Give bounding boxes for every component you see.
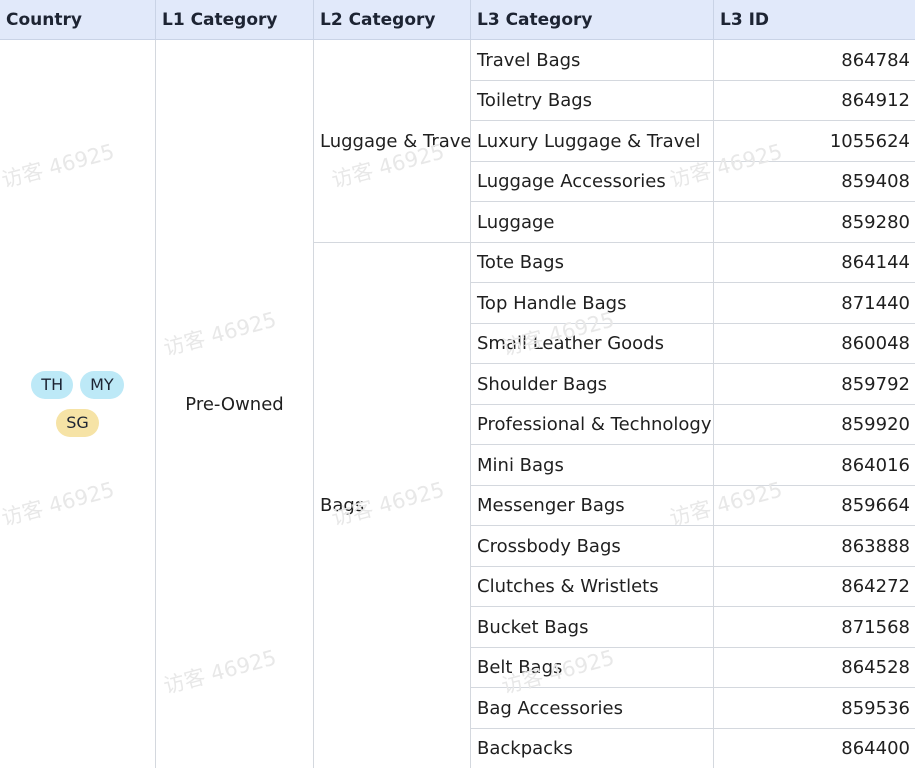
l3-id-cell[interactable]: 859280 <box>714 202 915 243</box>
l3-id-cell[interactable]: 871568 <box>714 607 915 648</box>
l2-category-cell[interactable]: Luggage & Travel <box>314 40 471 243</box>
l3-category-cell[interactable]: Luggage <box>471 202 714 243</box>
l3-category-cell[interactable]: Belt Bags <box>471 648 714 688</box>
l3-id-cell[interactable]: 864912 <box>714 81 915 121</box>
l3-category-cell[interactable]: Professional & Technology Bags <box>471 405 714 445</box>
l3-id-cell[interactable]: 859408 <box>714 162 915 202</box>
l3-category-cell[interactable]: Luxury Luggage & Travel <box>471 121 714 162</box>
l3-category-cell[interactable]: Clutches & Wristlets <box>471 567 714 607</box>
l3-category-cell[interactable]: Luggage Accessories <box>471 162 714 202</box>
header-l2-category[interactable]: L2 Category <box>314 0 471 40</box>
l3-id-cell[interactable]: 864400 <box>714 729 915 768</box>
l3-id-cell[interactable]: 864144 <box>714 243 915 283</box>
l3-id-cell[interactable]: 860048 <box>714 324 915 364</box>
l1-category-label: Pre-Owned <box>185 393 284 415</box>
country-cell: TH MY SG <box>0 40 156 768</box>
l3-category-cell[interactable]: Shoulder Bags <box>471 364 714 405</box>
l3-category-cell[interactable]: Bucket Bags <box>471 607 714 648</box>
l3-id-cell[interactable]: 859664 <box>714 486 915 526</box>
l3-id-cell[interactable]: 863888 <box>714 526 915 567</box>
l3-id-cell[interactable]: 864784 <box>714 40 915 81</box>
header-l3-category[interactable]: L3 Category <box>471 0 714 40</box>
l3-id-cell[interactable]: 859536 <box>714 688 915 729</box>
l3-id-cell[interactable]: 859920 <box>714 405 915 445</box>
l3-id-cell[interactable]: 1055624 <box>714 121 915 162</box>
l3-category-cell[interactable]: Crossbody Bags <box>471 526 714 567</box>
country-tag-my[interactable]: MY <box>80 371 124 399</box>
l3-category-cell[interactable]: Backpacks <box>471 729 714 768</box>
country-tag-th[interactable]: TH <box>31 371 74 399</box>
l2-category-label: Luggage & Travel <box>320 130 471 152</box>
l2-category-cell[interactable]: Bags <box>314 243 471 768</box>
country-tag-sg[interactable]: SG <box>56 409 99 437</box>
l3-category-cell[interactable]: Toiletry Bags <box>471 81 714 121</box>
l3-id-cell[interactable]: 864528 <box>714 648 915 688</box>
l3-category-cell[interactable]: Bag Accessories <box>471 688 714 729</box>
header-country[interactable]: Country <box>0 0 156 40</box>
header-l3-id[interactable]: L3 ID <box>714 0 915 40</box>
l3-category-cell[interactable]: Travel Bags <box>471 40 714 81</box>
l3-category-cell[interactable]: Small Leather Goods <box>471 324 714 364</box>
l3-category-cell[interactable]: Top Handle Bags <box>471 283 714 324</box>
l3-id-cell[interactable]: 859792 <box>714 364 915 405</box>
l3-id-cell[interactable]: 864016 <box>714 445 915 486</box>
l3-category-cell[interactable]: Tote Bags <box>471 243 714 283</box>
l2-category-label: Bags <box>320 495 365 516</box>
l1-category-cell[interactable]: Pre-Owned <box>156 40 314 768</box>
l3-category-cell[interactable]: Mini Bags <box>471 445 714 486</box>
l3-category-cell[interactable]: Messenger Bags <box>471 486 714 526</box>
l3-id-cell[interactable]: 871440 <box>714 283 915 324</box>
l3-id-cell[interactable]: 864272 <box>714 567 915 607</box>
category-table: Country L1 Category L2 Category L3 Categ… <box>0 0 915 768</box>
header-l1-category[interactable]: L1 Category <box>156 0 314 40</box>
